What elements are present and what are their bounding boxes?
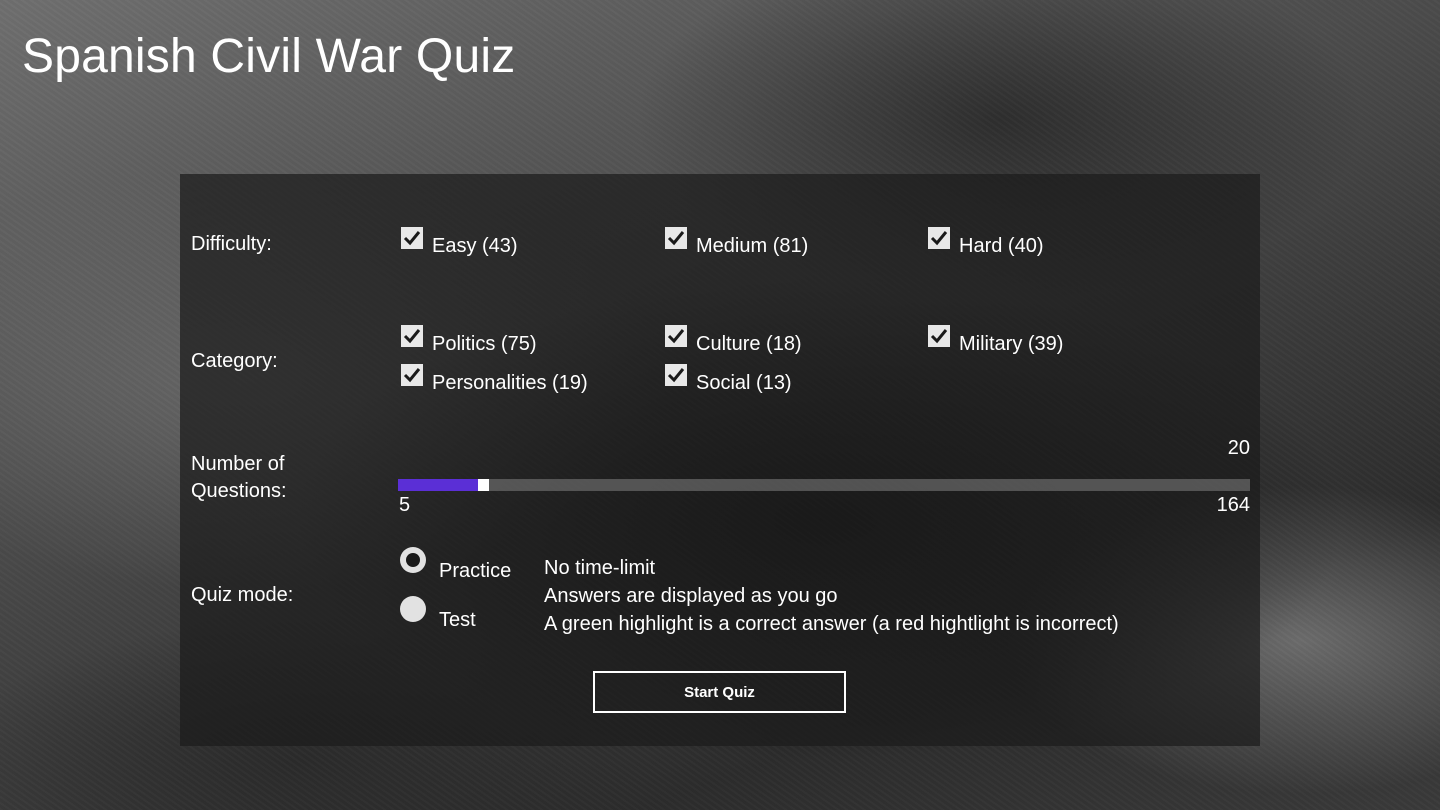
checkbox-box[interactable] bbox=[665, 364, 687, 386]
category-military-checkbox[interactable]: Military (39) bbox=[928, 325, 1063, 355]
category-personalities-checkbox[interactable]: Personalities (19) bbox=[401, 364, 588, 394]
category-politics-label: Politics (75) bbox=[432, 333, 537, 355]
app-window: Spanish Civil War Quiz Difficulty: Easy … bbox=[0, 0, 1440, 810]
checkbox-box[interactable] bbox=[665, 325, 687, 347]
mode-label: Quiz mode: bbox=[191, 584, 294, 606]
checkmark-icon bbox=[403, 329, 421, 344]
difficulty-hard-label: Hard (40) bbox=[959, 235, 1044, 257]
mode-description-line: A green highlight is a correct answer (a… bbox=[544, 613, 1119, 635]
category-military-label: Military (39) bbox=[959, 333, 1064, 355]
radio-unselected-icon[interactable] bbox=[400, 596, 426, 622]
mode-description-line: No time-limit bbox=[544, 557, 656, 579]
questions-label-line2: Questions: bbox=[191, 480, 287, 502]
questions-label-line1: Number of bbox=[191, 453, 285, 475]
category-social-label: Social (13) bbox=[696, 372, 792, 394]
category-politics-checkbox[interactable]: Politics (75) bbox=[401, 325, 536, 355]
checkmark-icon bbox=[667, 368, 685, 383]
category-culture-label: Culture (18) bbox=[696, 333, 802, 355]
difficulty-easy-checkbox[interactable]: Easy (43) bbox=[401, 227, 518, 257]
checkmark-icon bbox=[403, 231, 421, 246]
category-personalities-label: Personalities (19) bbox=[432, 372, 588, 394]
mode-description-line: Answers are displayed as you go bbox=[544, 585, 838, 607]
start-quiz-button[interactable]: Start Quiz bbox=[593, 671, 846, 713]
checkbox-box[interactable] bbox=[928, 325, 950, 347]
questions-max: 164 bbox=[1216, 494, 1250, 516]
difficulty-easy-label: Easy (43) bbox=[432, 235, 518, 257]
mode-test-radio[interactable]: Test bbox=[400, 596, 476, 632]
category-social-checkbox[interactable]: Social (13) bbox=[665, 364, 792, 394]
slider-fill bbox=[398, 479, 478, 491]
checkbox-box[interactable] bbox=[401, 325, 423, 347]
mode-practice-label: Practice bbox=[439, 560, 512, 582]
checkbox-box[interactable] bbox=[665, 227, 687, 249]
questions-value: 20 bbox=[1227, 437, 1250, 459]
difficulty-hard-checkbox[interactable]: Hard (40) bbox=[928, 227, 1043, 257]
radio-selected-icon[interactable] bbox=[400, 547, 426, 573]
category-label: Category: bbox=[191, 350, 278, 372]
quiz-settings-panel: Difficulty: Easy (43) Medium (81) Hard (… bbox=[180, 174, 1260, 746]
questions-label: Number of Questions: bbox=[191, 451, 287, 505]
checkmark-icon bbox=[667, 329, 685, 344]
mode-description: No time-limit Answers are displayed as y… bbox=[544, 554, 1119, 638]
difficulty-medium-checkbox[interactable]: Medium (81) bbox=[665, 227, 808, 257]
questions-min: 5 bbox=[399, 494, 411, 516]
questions-slider[interactable] bbox=[398, 479, 1250, 491]
checkbox-box[interactable] bbox=[401, 364, 423, 386]
checkmark-icon bbox=[403, 368, 421, 383]
mode-test-label: Test bbox=[439, 609, 476, 631]
slider-thumb[interactable] bbox=[478, 479, 489, 491]
mode-practice-radio[interactable]: Practice bbox=[400, 547, 511, 583]
checkbox-box[interactable] bbox=[401, 227, 423, 249]
category-culture-checkbox[interactable]: Culture (18) bbox=[665, 325, 802, 355]
checkbox-box[interactable] bbox=[928, 227, 950, 249]
page-title: Spanish Civil War Quiz bbox=[22, 30, 516, 83]
difficulty-label: Difficulty: bbox=[191, 233, 272, 255]
difficulty-medium-label: Medium (81) bbox=[696, 235, 809, 257]
checkmark-icon bbox=[667, 231, 685, 246]
checkmark-icon bbox=[930, 329, 948, 344]
checkmark-icon bbox=[930, 231, 948, 246]
